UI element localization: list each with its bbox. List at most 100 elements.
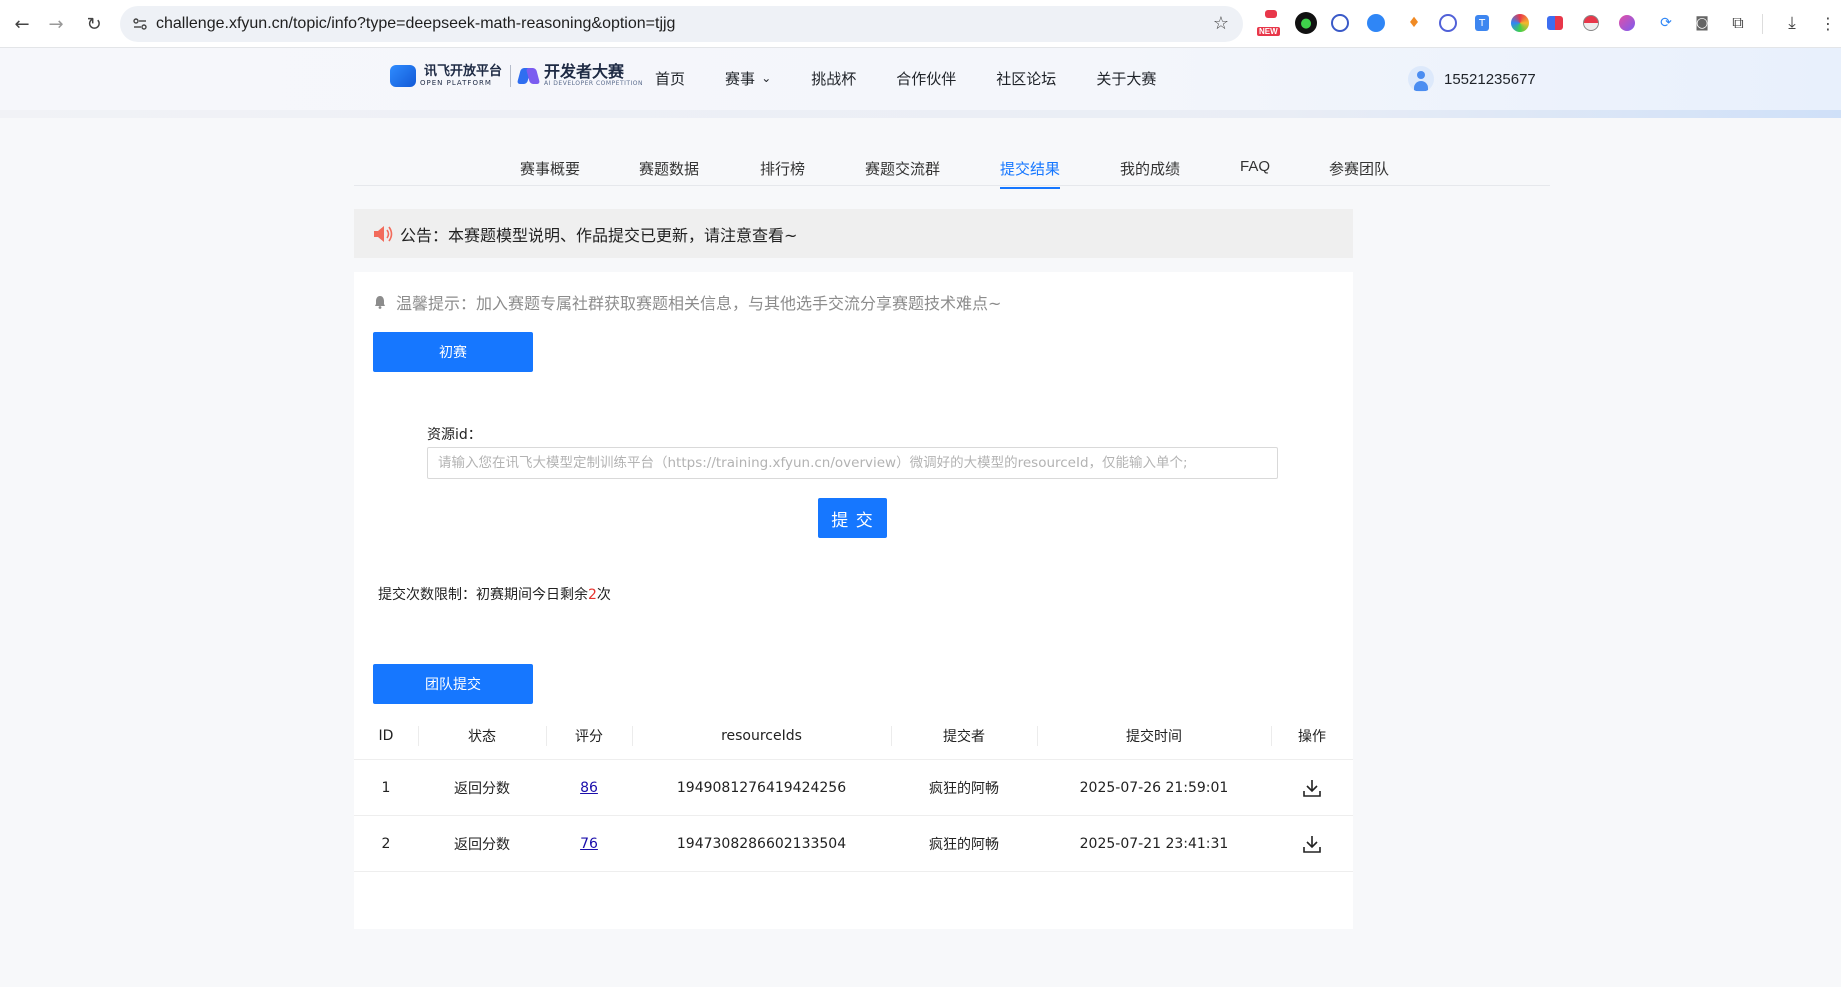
row-submitter: 疯狂的阿畅: [929, 836, 999, 853]
col-id: ID: [378, 727, 394, 744]
avatar[interactable]: [1408, 66, 1434, 92]
col-action: 操作: [1298, 728, 1326, 745]
nav-events-label: 赛事: [725, 71, 756, 88]
extension-colorwheel-icon[interactable]: [1511, 14, 1529, 32]
download-icon[interactable]: [1301, 777, 1323, 799]
extension-pokeball-icon[interactable]: [1583, 15, 1599, 31]
chevron-down-icon: ⌄: [761, 71, 772, 85]
resource-id-input[interactable]: [427, 447, 1278, 479]
back-icon[interactable]: ←: [10, 12, 34, 36]
submissions-table: ID 状态 评分 resourceIds 提交者 提交时间 操作 1 返回分数 …: [354, 712, 1353, 872]
row-score-cell: 76: [546, 816, 632, 871]
row-resource-id: 1947308286602133504: [676, 835, 847, 852]
new-badge: NEW: [1257, 27, 1280, 36]
logo-main-block: 讯飞开放平台 OPEN PLATFORM: [420, 63, 503, 87]
extension-swirl-icon[interactable]: ⟳: [1655, 12, 1677, 34]
header-shadow: [0, 110, 1841, 118]
user-menu[interactable]: 15521235677: [1408, 66, 1536, 92]
nav-about[interactable]: 关于大赛: [1096, 68, 1156, 89]
tab-submit-results[interactable]: 提交结果: [1000, 158, 1061, 189]
row-submitter: 疯狂的阿畅: [929, 780, 999, 797]
limit-count: 2: [588, 587, 597, 603]
col-submitter: 提交者: [943, 728, 985, 745]
row-score-link[interactable]: 86: [580, 780, 598, 796]
extension-new-icon[interactable]: NEW: [1257, 10, 1285, 36]
bell-icon: [375, 296, 385, 309]
downloads-icon[interactable]: ⤓: [1781, 12, 1803, 34]
bookmark-star-icon[interactable]: ☆: [1213, 13, 1229, 34]
browser-toolbar: ← → ↻ challenge.xfyun.cn/topic/info?type…: [0, 0, 1841, 48]
limit-suffix: 次: [596, 587, 611, 603]
announcement-bar: 公告：本赛题模型说明、作品提交已更新，请注意查看~: [354, 209, 1353, 258]
col-score: 评分: [575, 728, 603, 745]
announcement-text: 公告：本赛题模型说明、作品提交已更新，请注意查看~: [400, 225, 798, 245]
profile-menu-icon[interactable]: ⋮: [1817, 12, 1839, 34]
logo-divider: [510, 64, 512, 87]
row-submit-time: 2025-07-21 23:41:31: [1079, 835, 1229, 852]
row-status: 返回分数: [454, 780, 510, 797]
table-row: 2 返回分数 76 1947308286602133504 疯狂的阿畅 2025…: [354, 816, 1353, 872]
logo-secondary-sub: AI DEVELOPER COMPETITION: [544, 80, 644, 87]
nav-forum[interactable]: 社区论坛: [996, 68, 1056, 89]
submit-button[interactable]: 提 交: [818, 498, 887, 538]
extension-translate-icon[interactable]: T: [1475, 15, 1489, 31]
row-action-cell: [1271, 816, 1353, 871]
site-settings-icon[interactable]: [132, 16, 148, 32]
extension-purple-icon[interactable]: [1439, 14, 1457, 32]
tab-data[interactable]: 赛题数据: [639, 158, 699, 179]
extension-face-icon[interactable]: [1331, 14, 1349, 32]
col-submit-time: 提交时间: [1126, 728, 1182, 745]
nav-home[interactable]: 首页: [655, 68, 685, 89]
row-id: 2: [381, 835, 391, 852]
col-status: 状态: [468, 728, 496, 745]
col-resource-ids: resourceIds: [721, 727, 802, 744]
extensions-puzzle-icon[interactable]: ⧉: [1727, 12, 1749, 34]
submit-panel: 温馨提示：加入赛题专属社群获取赛题相关信息，与其他选手交流分享赛题技术难点~ 初…: [354, 272, 1353, 929]
developer-logo-icon: [516, 66, 541, 86]
tip-text: 温馨提示：加入赛题专属社群获取赛题相关信息，与其他选手交流分享赛题技术难点~: [396, 294, 1002, 313]
table-row: 1 返回分数 86 1949081276419424256 疯狂的阿畅 2025…: [354, 760, 1353, 816]
team-submit-button[interactable]: 团队提交: [373, 664, 533, 704]
logo-main-sub: OPEN PLATFORM: [420, 78, 492, 87]
address-bar[interactable]: challenge.xfyun.cn/topic/info?type=deeps…: [120, 6, 1243, 42]
extension-blue-circle-icon[interactable]: [1367, 14, 1385, 32]
submit-limit: 提交次数限制：初赛期间今日剩余2次: [378, 584, 611, 604]
extension-green-icon[interactable]: ●: [1295, 12, 1317, 34]
nav-partners[interactable]: 合作伙伴: [896, 68, 956, 89]
user-phone[interactable]: 15521235677: [1444, 71, 1536, 88]
extension-pink-icon[interactable]: [1619, 15, 1635, 31]
row-action-cell: [1271, 760, 1353, 815]
logo-secondary-text: 开发者大赛: [544, 62, 625, 81]
table-header: ID 状态 评分 resourceIds 提交者 提交时间 操作: [354, 712, 1353, 760]
limit-prefix: 提交次数限制：初赛期间今日剩余: [378, 587, 588, 603]
toolbar-divider: [1762, 14, 1763, 34]
xfyun-logo-icon: [390, 64, 416, 87]
topic-subtabs: 赛事概要 赛题数据 排行榜 赛题交流群 提交结果 我的成绩 FAQ 参赛团队: [354, 150, 1550, 189]
tab-teams[interactable]: 参赛团队: [1329, 158, 1389, 179]
screenshot-camera-icon[interactable]: ◙: [1691, 12, 1713, 34]
logo-main-text: 讯飞开放平台: [424, 63, 503, 79]
tip-text-block: 温馨提示：加入赛题专属社群获取赛题相关信息，与其他选手交流分享赛题技术难点~: [374, 290, 1001, 314]
nav-challenge-cup[interactable]: 挑战杯: [811, 68, 856, 89]
tab-leaderboard[interactable]: 排行榜: [760, 158, 805, 179]
row-status: 返回分数: [454, 836, 510, 853]
stage-preliminary-button[interactable]: 初赛: [373, 332, 533, 372]
forward-icon[interactable]: →: [44, 12, 68, 36]
row-submit-time: 2025-07-26 21:59:01: [1079, 779, 1229, 796]
row-score-cell: 86: [546, 760, 632, 815]
resource-id-label: 资源id：: [427, 427, 482, 443]
row-score-link[interactable]: 76: [580, 836, 598, 852]
speaker-icon: [374, 225, 393, 242]
tab-overview[interactable]: 赛事概要: [520, 158, 580, 179]
tab-discussion-group[interactable]: 赛题交流群: [865, 158, 940, 179]
extension-grid-icon[interactable]: [1547, 16, 1563, 30]
reload-icon[interactable]: ↻: [82, 12, 106, 36]
site-logo[interactable]: 讯飞开放平台 OPEN PLATFORM 开发者大赛 AI DEVELOPER …: [390, 64, 643, 87]
main-nav: 首页 赛事 ⌄ 挑战杯 合作伙伴 社区论坛 关于大赛: [655, 68, 1196, 89]
extension-pin-icon[interactable]: ♦: [1403, 12, 1425, 34]
tab-my-scores[interactable]: 我的成绩: [1120, 158, 1180, 179]
download-icon[interactable]: [1301, 833, 1323, 855]
tab-faq[interactable]: FAQ: [1240, 158, 1270, 175]
nav-events[interactable]: 赛事 ⌄: [725, 68, 771, 89]
url-text: challenge.xfyun.cn/topic/info?type=deeps…: [156, 15, 676, 32]
